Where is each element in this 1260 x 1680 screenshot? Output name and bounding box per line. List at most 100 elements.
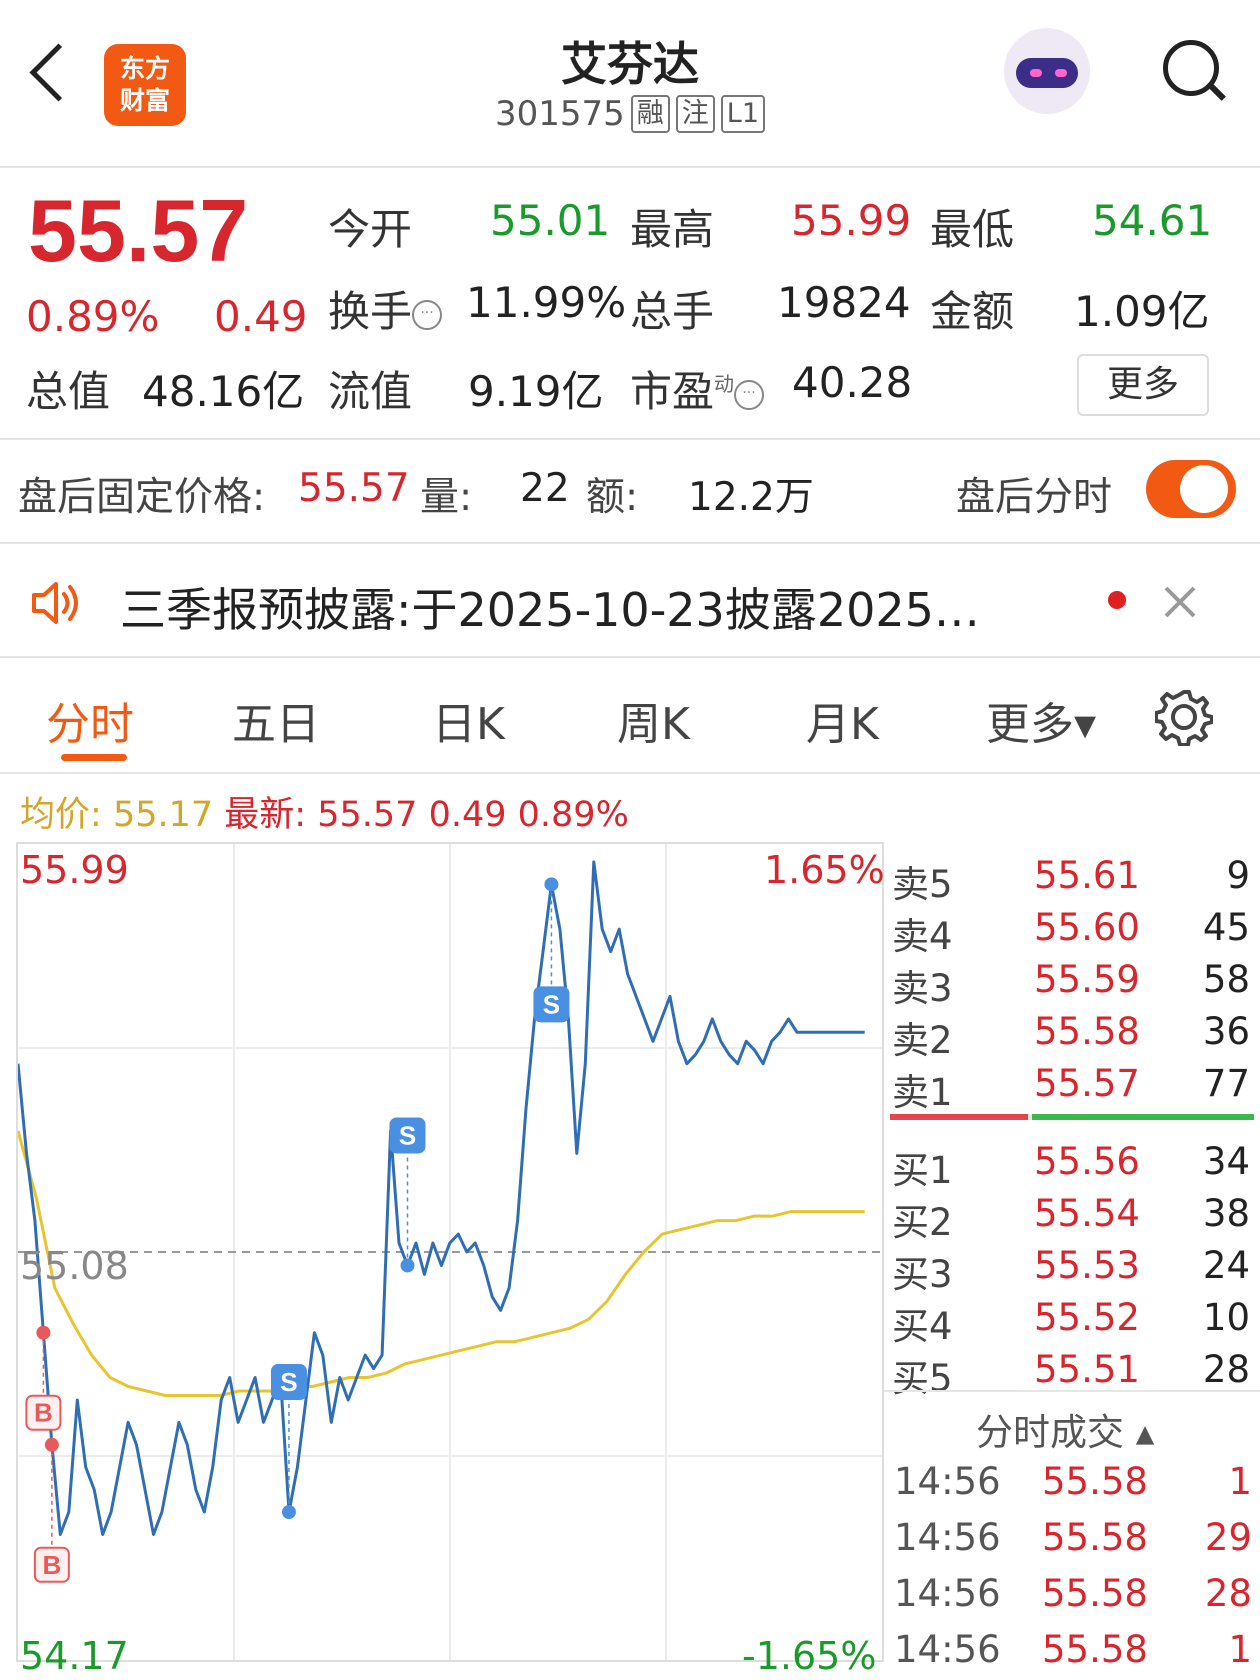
mktcap-value: 48.16亿 [142, 367, 305, 416]
volume-value: 19824 [777, 278, 911, 327]
robot-eye-icon [1055, 69, 1067, 77]
order-level-label: 卖3 [892, 967, 953, 1010]
y-min-label: 54.17 [20, 1634, 129, 1678]
bid-row[interactable]: 买4 55.52 10 [888, 1296, 1256, 1348]
ask-row[interactable]: 卖5 55.61 9 [888, 854, 1256, 906]
order-price: 55.54 [1034, 1192, 1140, 1235]
more-quote-button[interactable]: 更多 [1077, 354, 1209, 416]
order-price: 55.57 [1034, 1062, 1140, 1105]
unread-dot [1108, 591, 1126, 609]
after-hours-vol: 22 [520, 466, 570, 511]
tab-intraday[interactable]: 分时 [46, 688, 134, 752]
divider [0, 772, 1260, 774]
trade-marker-dot[interactable] [544, 877, 559, 892]
intraday-chart[interactable]: B B S S S [18, 844, 882, 1660]
low-value: 54.61 [1092, 196, 1213, 245]
trade-volume: 1 [1228, 1628, 1252, 1671]
trade-marker-label: B [34, 1398, 53, 1428]
after-hours-vol-label: 量: [420, 475, 473, 520]
latest-label: 最新: [224, 795, 307, 835]
info-dots-icon[interactable]: ··· [734, 379, 765, 410]
ask-row[interactable]: 卖3 55.59 58 [888, 958, 1256, 1010]
latest-change: 0.49 [428, 795, 507, 835]
ask-row[interactable]: 卖1 55.57 77 [888, 1062, 1256, 1114]
tab-monthly-k[interactable]: 月K [806, 688, 879, 752]
order-volume: 9 [1226, 854, 1250, 897]
bid-row[interactable]: 买2 55.54 38 [888, 1192, 1256, 1244]
trade-volume: 28 [1204, 1572, 1252, 1615]
turnover-value: 11.99% [466, 278, 627, 327]
active-tab-indicator [61, 754, 127, 761]
registration-tag: 注 [675, 95, 715, 133]
divider [884, 1390, 1260, 1392]
trade-price: 55.58 [1042, 1572, 1148, 1615]
trade-time: 14:56 [894, 1460, 1001, 1503]
order-level-label: 买3 [892, 1253, 953, 1296]
open-label: 今开 [328, 205, 413, 254]
change-amount: 0.49 [214, 292, 308, 341]
margin-tag: 融 [630, 95, 670, 133]
float-value: 9.19亿 [468, 367, 604, 416]
order-price: 55.53 [1034, 1244, 1140, 1287]
order-price: 55.61 [1034, 854, 1140, 897]
order-level-label: 卖5 [892, 863, 953, 906]
tab-daily-k[interactable]: 日K [432, 688, 505, 752]
trades-title[interactable]: 分时成交 ▴ [976, 1402, 1154, 1456]
level-tag: L1 [720, 95, 766, 133]
trade-price: 55.58 [1042, 1628, 1148, 1671]
ask-row[interactable]: 卖4 55.60 45 [888, 906, 1256, 958]
trade-row: 14:56 55.58 28 [890, 1572, 1254, 1624]
notice-text[interactable]: 三季报预披露:于2025-10-23披露2025… [120, 574, 980, 640]
divider [0, 656, 1260, 658]
speaker-icon [32, 582, 78, 624]
close-icon[interactable] [1162, 584, 1198, 620]
avg-label: 均价: [20, 795, 102, 835]
order-volume: 28 [1202, 1348, 1250, 1391]
trade-time: 14:56 [894, 1516, 1001, 1559]
after-hours-label: 盘后固定价格: [18, 475, 266, 520]
bid-ask-ratio-bar [890, 1114, 1254, 1120]
trade-row: 14:56 55.58 29 [890, 1516, 1254, 1568]
order-price: 55.58 [1034, 1010, 1140, 1053]
trade-volume: 1 [1228, 1460, 1252, 1503]
amount-label: 金额 [930, 287, 1015, 336]
after-hours-amt-label: 额: [586, 475, 639, 520]
bid-row[interactable]: 买1 55.56 34 [888, 1140, 1256, 1192]
tab-weekly-k[interactable]: 周K [617, 688, 690, 752]
y-max-label: 55.99 [20, 848, 129, 892]
current-price: 55.57 [28, 181, 249, 280]
order-price: 55.59 [1034, 958, 1140, 1001]
order-volume: 38 [1202, 1192, 1250, 1235]
bid-row[interactable]: 买3 55.53 24 [888, 1244, 1256, 1296]
trade-marker-label: S [543, 989, 560, 1019]
order-volume: 77 [1202, 1062, 1250, 1105]
tab-five-day[interactable]: 五日 [232, 688, 320, 752]
avg-value: 55.17 [112, 795, 214, 835]
open-value: 55.01 [490, 196, 611, 245]
latest-pct: 0.89% [517, 795, 629, 835]
trade-price: 55.58 [1042, 1516, 1148, 1559]
gear-icon[interactable] [1155, 688, 1213, 746]
chart-legend: 均价: 55.17 最新: 55.57 0.49 0.89% [20, 786, 629, 837]
high-label: 最高 [630, 205, 715, 254]
order-level-label: 卖2 [892, 1019, 953, 1062]
robot-face [1016, 58, 1078, 88]
trade-marker-label: S [280, 1367, 297, 1397]
order-volume: 10 [1202, 1296, 1250, 1339]
info-dots-icon[interactable]: ··· [412, 299, 443, 330]
pe-label-text: 市盈 [630, 367, 715, 416]
after-hours-amt: 12.2万 [688, 475, 814, 520]
divider [0, 166, 1260, 168]
tab-more[interactable]: 更多▾ [986, 688, 1096, 752]
float-label: 流值 [328, 367, 413, 416]
mktcap-label: 总值 [26, 367, 111, 416]
after-hours-chart-label: 盘后分时 [956, 475, 1113, 520]
order-level-label: 买2 [892, 1201, 953, 1244]
order-level-label: 卖4 [892, 915, 953, 958]
trade-marker-label: B [42, 1550, 61, 1580]
after-hours-price: 55.57 [298, 466, 410, 511]
ask-row[interactable]: 卖2 55.58 36 [888, 1010, 1256, 1062]
pe-dynamic-mark: 动 [714, 372, 735, 396]
y-mid-label: 55.08 [20, 1244, 129, 1288]
trade-row: 14:56 55.58 1 [890, 1628, 1254, 1680]
